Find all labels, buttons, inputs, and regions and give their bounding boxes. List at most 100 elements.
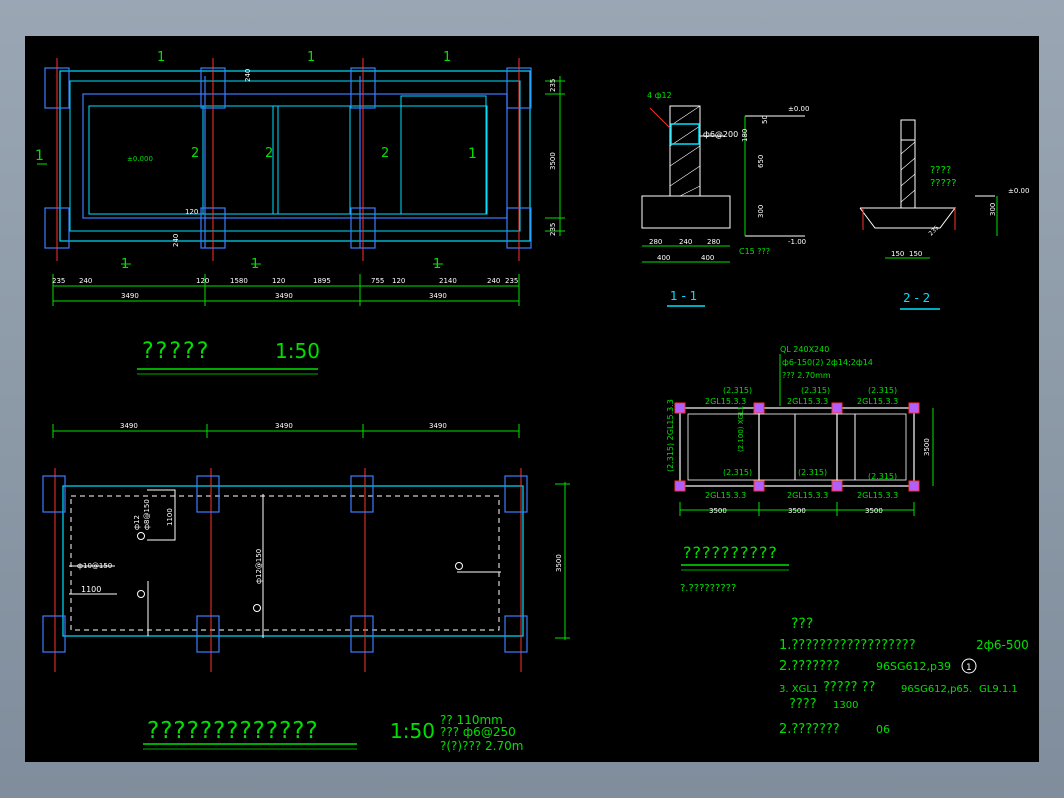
- column-pad: [350, 615, 374, 653]
- section-label: 1 - 1: [670, 289, 697, 303]
- rebar-label: ф6@200: [703, 130, 738, 139]
- elevation-label: ±0.00: [1008, 187, 1029, 195]
- dimension-text: 400: [657, 254, 670, 262]
- dimension-text: 1580: [230, 277, 248, 285]
- section-label: 2 - 2: [903, 291, 930, 305]
- dimension-text: 1895: [313, 277, 331, 285]
- beam-header: QL 240X240: [780, 345, 829, 354]
- footing-section: [859, 207, 956, 229]
- dimension-text: 280: [649, 238, 662, 246]
- dimension-text: 235: [549, 79, 557, 92]
- cut-label: 1: [251, 257, 259, 272]
- dimension-text: 3500: [549, 152, 557, 170]
- dimension-text: 120: [392, 277, 405, 285]
- hatch: [669, 145, 701, 167]
- dimension-text: 235: [52, 277, 65, 285]
- beam-header: ??? 2.70mm: [782, 371, 831, 380]
- dimension-text: 3500: [923, 438, 931, 456]
- room-3-line: [277, 105, 351, 215]
- elevation-label: (2.315): [723, 386, 752, 395]
- rebar-marker: [253, 604, 261, 612]
- dimension-text: 120: [196, 277, 209, 285]
- cut-label: 2: [191, 146, 199, 161]
- post-section: [900, 139, 916, 209]
- dimension-text: 240: [172, 234, 180, 247]
- leader-line: [649, 107, 671, 129]
- note-value: GL9.1.1: [979, 684, 1018, 695]
- cut-label: 2: [265, 146, 273, 161]
- dimension-text: 3500: [555, 554, 563, 572]
- dimension-text: 2140: [439, 277, 457, 285]
- column: [674, 480, 686, 492]
- foundation-plan: 1 1 1 1 1 1 1 1 2 2 2 ±0.000 235 240 120…: [35, 50, 565, 375]
- beam-label: (2.315) 2GL15.3.3: [666, 399, 675, 472]
- dimension-text: 240: [679, 238, 692, 246]
- dimension-text: 3490: [429, 422, 447, 430]
- dimension-text: 280: [707, 238, 720, 246]
- column-pad: [350, 475, 374, 513]
- dimension-text: 180: [741, 129, 749, 142]
- cut-label: 1: [307, 50, 315, 65]
- wall-section: [669, 105, 701, 197]
- dimension-text: 3490: [429, 292, 447, 300]
- hatch: [900, 189, 916, 203]
- beam-label: 2GL15.3.3: [705, 491, 746, 500]
- post-top: [900, 119, 916, 141]
- hatch: [669, 105, 701, 127]
- slab-outline: [62, 485, 524, 637]
- column-pad: [196, 475, 220, 513]
- section-2-2: ???? ????? ±0.00 300 150 150 235 2 - 2: [859, 119, 1029, 310]
- beam-label: 2GL15.3.3: [857, 397, 898, 406]
- detail-circle-label: 1: [966, 663, 972, 673]
- dimension-text: 1100: [166, 508, 174, 526]
- dimension-text: 240: [487, 277, 500, 285]
- hatch: [669, 165, 701, 187]
- rebar-label: 4 ф12: [647, 91, 672, 100]
- beam-label: 2GL15.3.3: [787, 397, 828, 406]
- note-line: 1.??????????????????: [779, 638, 916, 653]
- drawing-title: ?????????????: [147, 718, 319, 744]
- dimension-text: 235: [549, 223, 557, 236]
- general-notes: ??? 1.?????????????????? 2ф6-500 2.?????…: [779, 616, 1029, 737]
- rebar-label: ф12@150: [255, 549, 263, 584]
- rebar-marker: [137, 532, 145, 540]
- notes-title: ???: [791, 616, 813, 632]
- section-note: ?????: [930, 178, 957, 189]
- cut-label: 2: [381, 146, 389, 161]
- column-pad: [42, 615, 66, 653]
- drawing-subtitle: ?.?????????: [680, 583, 736, 594]
- dimension-text: 240: [244, 69, 252, 82]
- slab-note: ?(?)??? 2.70m: [440, 739, 523, 753]
- ring-beam: [670, 123, 700, 145]
- cad-drawing-canvas[interactable]: 1 1 1 1 1 1 1 1 2 2 2 ±0.000 235 240 120…: [25, 36, 1039, 762]
- column: [753, 402, 765, 414]
- drawing-scale: 1:50: [390, 719, 435, 743]
- beam-plan: QL 240X240 ф6-150(2) 2ф14;2ф14 ??? 2.70m…: [666, 345, 934, 594]
- elevation-label: (2.315): [723, 468, 752, 477]
- column: [831, 480, 843, 492]
- section-note: ????: [930, 165, 951, 176]
- dimension-text: 3490: [121, 292, 139, 300]
- cut-label: 1: [468, 146, 477, 162]
- column: [908, 402, 920, 414]
- hatch: [900, 141, 916, 155]
- beam-header: ф6-150(2) 2ф14;2ф14: [782, 358, 873, 367]
- hatch: [669, 125, 701, 147]
- beam-label: 2GL15.3.3: [787, 491, 828, 500]
- note-mid: ????? ??: [823, 680, 875, 695]
- elevation-label: (2.315): [868, 386, 897, 395]
- dimension-text: 3500: [788, 507, 806, 515]
- dimension-text: 650: [757, 155, 765, 168]
- dimension-text: 755: [371, 277, 384, 285]
- elevation-label: ±0.000: [127, 155, 153, 163]
- note-value: 06: [876, 723, 890, 736]
- hatch: [900, 157, 916, 171]
- dimension-text: 150: [909, 250, 922, 258]
- cut-label: 1: [443, 50, 451, 65]
- dimension-text: 240: [79, 277, 92, 285]
- dimension-text: 300: [757, 205, 765, 218]
- slab-note: ??? ф6@250: [440, 725, 516, 739]
- rebar-marker: [455, 562, 463, 570]
- elevation-label: -1.00: [788, 238, 806, 246]
- dimension-text: 3490: [275, 292, 293, 300]
